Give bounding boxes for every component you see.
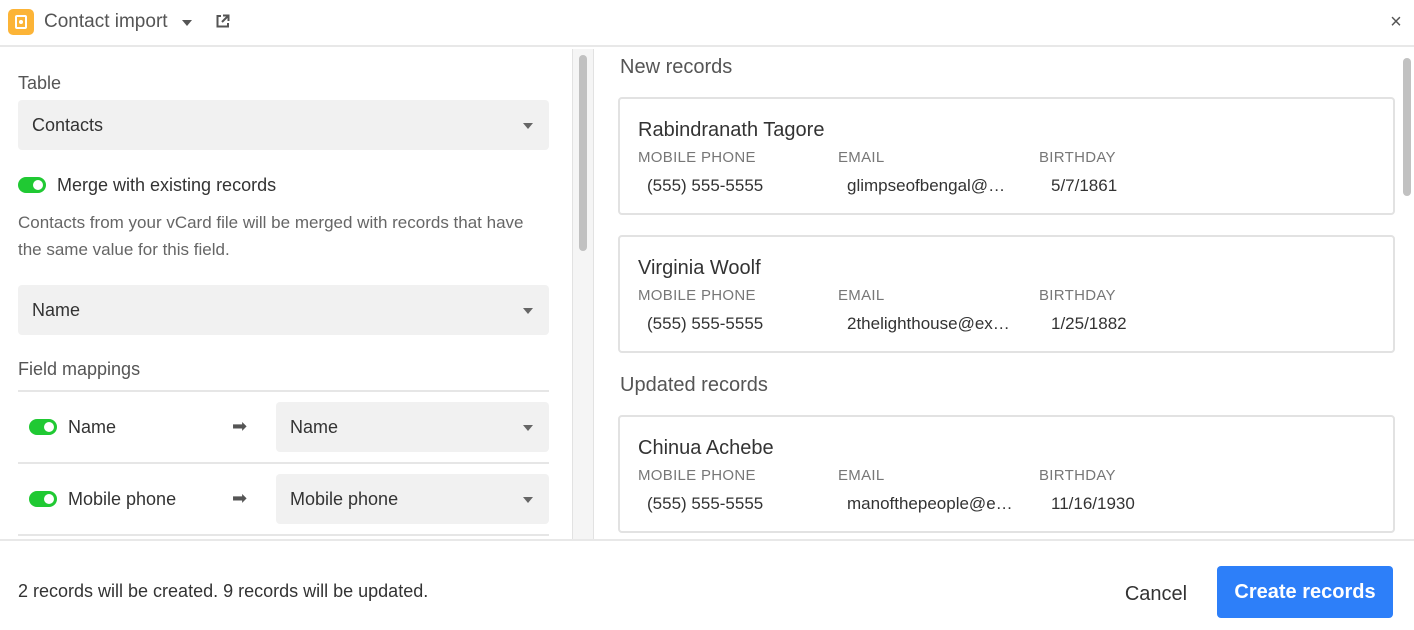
record-email: 2thelighthouse@ex… (847, 314, 1010, 333)
mappings-divider (18, 390, 549, 392)
record-name: Rabindranath Tagore (638, 119, 825, 141)
mapping-source-name: Name (68, 417, 117, 437)
preview-pane: New records Rabindranath Tagore MOBILE P… (597, 49, 1397, 539)
column-label-email: EMAIL (838, 287, 885, 304)
record-card: Chinua Achebe MOBILE PHONE EMAIL BIRTHDA… (618, 415, 1395, 533)
merge-label: Merge with existing records (57, 175, 277, 195)
settings-pane: Table Contacts Merge with existing recor… (0, 49, 572, 539)
column-label-birthday: BIRTHDAY (1039, 287, 1116, 304)
dialog-footer: 2 records will be created. 9 records wil… (0, 539, 1414, 630)
mapping-target-name: Name (290, 417, 339, 437)
record-phone: (555) 555-5555 (647, 494, 764, 513)
chevron-down-icon (523, 425, 533, 431)
record-name: Chinua Achebe (638, 437, 774, 459)
merge-field-select[interactable]: Name (18, 285, 549, 335)
record-birthday: 1/25/1882 (1051, 314, 1127, 333)
record-birthday: 11/16/1930 (1051, 494, 1135, 513)
column-label-birthday: BIRTHDAY (1039, 467, 1116, 484)
arrow-right-icon: ➡ (232, 488, 248, 508)
mapping-source-mobile-phone: Mobile phone (68, 489, 177, 509)
external-link-icon[interactable] (215, 14, 230, 29)
new-records-title: New records (620, 56, 733, 78)
arrow-right-icon: ➡ (232, 416, 248, 436)
table-select[interactable]: Contacts (18, 100, 549, 150)
dialog-header: Contact import × (0, 0, 1414, 47)
mapping-target-select-mobile-phone[interactable]: Mobile phone (276, 474, 549, 524)
record-birthday: 5/7/1861 (1051, 176, 1118, 195)
column-label-email: EMAIL (838, 149, 885, 166)
create-records-button[interactable]: Create records (1217, 566, 1393, 618)
updated-records-title: Updated records (620, 374, 768, 396)
title-dropdown-icon[interactable] (182, 20, 192, 26)
left-pane-scrollbar[interactable] (572, 49, 594, 539)
record-email: manofthepeople@e… (847, 494, 1013, 513)
record-name: Virginia Woolf (638, 257, 761, 279)
import-summary: 2 records will be created. 9 records wil… (18, 581, 429, 601)
mappings-divider (18, 462, 549, 464)
dialog-title[interactable]: Contact import (44, 11, 168, 33)
column-label-phone: MOBILE PHONE (638, 149, 756, 166)
column-label-phone: MOBILE PHONE (638, 467, 756, 484)
record-card: Rabindranath Tagore MOBILE PHONE EMAIL B… (618, 97, 1395, 215)
close-icon[interactable]: × (1387, 12, 1405, 32)
field-mappings-label: Field mappings (18, 359, 141, 379)
left-scrollbar-thumb[interactable] (579, 55, 587, 251)
table-label: Table (18, 73, 62, 93)
mapping-toggle-name[interactable] (29, 419, 57, 435)
mapping-target-mobile-phone: Mobile phone (290, 489, 399, 509)
right-scrollbar-thumb[interactable] (1403, 58, 1411, 196)
column-label-email: EMAIL (838, 467, 885, 484)
column-label-birthday: BIRTHDAY (1039, 149, 1116, 166)
mappings-divider (18, 534, 549, 536)
cancel-button[interactable]: Cancel (1110, 569, 1202, 619)
chevron-down-icon (523, 308, 533, 314)
chevron-down-icon (523, 123, 533, 129)
table-select-value: Contacts (32, 115, 104, 135)
record-phone: (555) 555-5555 (647, 176, 764, 195)
merge-help-text: Contacts from your vCard file will be me… (18, 213, 524, 259)
mapping-toggle-mobile-phone[interactable] (29, 491, 57, 507)
merge-toggle[interactable] (18, 177, 46, 193)
record-email: glimpseofbengal@… (847, 176, 1006, 195)
record-card: Virginia Woolf MOBILE PHONE EMAIL BIRTHD… (618, 235, 1395, 353)
merge-field-value: Name (32, 300, 81, 320)
record-phone: (555) 555-5555 (647, 314, 764, 333)
mapping-target-select-name[interactable]: Name (276, 402, 549, 452)
contact-card-icon (8, 9, 34, 35)
chevron-down-icon (523, 497, 533, 503)
column-label-phone: MOBILE PHONE (638, 287, 756, 304)
